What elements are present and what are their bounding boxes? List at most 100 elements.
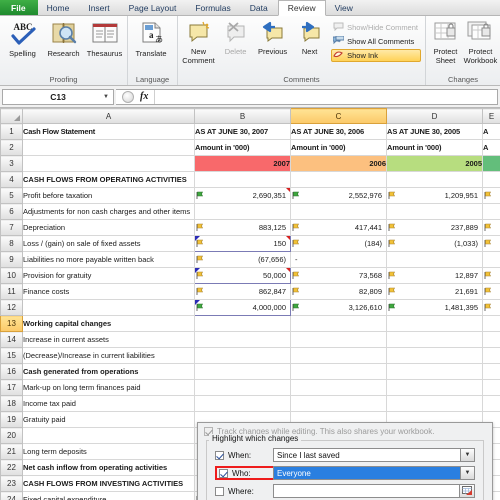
- column-header-e[interactable]: E: [482, 108, 500, 124]
- cell-e17[interactable]: [482, 379, 500, 396]
- row-header-22[interactable]: 22: [0, 459, 23, 476]
- cell-d10[interactable]: 12,897: [386, 267, 483, 284]
- cell-a10[interactable]: Provision for gratuity: [22, 267, 195, 284]
- row-header-24[interactable]: 24: [0, 491, 23, 500]
- cell-b9[interactable]: (67,656): [194, 251, 291, 268]
- previous-comment-button[interactable]: Previous: [254, 18, 291, 56]
- cell-e14[interactable]: [482, 331, 500, 348]
- ribbon-tab-file[interactable]: File: [0, 0, 38, 15]
- row-header-23[interactable]: 23: [0, 475, 23, 492]
- cell-e16[interactable]: [482, 363, 500, 380]
- column-header-d[interactable]: D: [386, 108, 483, 124]
- ribbon-tab-formulas[interactable]: Formulas: [186, 0, 240, 15]
- cell-d12[interactable]: 1,481,395: [386, 299, 483, 316]
- cell-d1[interactable]: AS AT JUNE 30, 2005: [386, 123, 483, 140]
- cell-d17[interactable]: [386, 379, 483, 396]
- cell-d2[interactable]: Amount in '000): [386, 139, 483, 156]
- ribbon-tab-insert[interactable]: Insert: [79, 0, 119, 15]
- cell-b17[interactable]: [194, 379, 291, 396]
- row-header-10[interactable]: 10: [0, 267, 23, 284]
- where-checkbox[interactable]: [215, 486, 224, 496]
- where-label-box[interactable]: Where:: [215, 486, 273, 496]
- cell-d8[interactable]: (1,033): [386, 235, 483, 252]
- cell-c15[interactable]: [290, 347, 387, 364]
- row-header-8[interactable]: 8: [0, 235, 23, 252]
- cell-a23[interactable]: CASH FLOWS FROM INVESTING ACTIVITIES: [22, 475, 195, 492]
- who-checkbox[interactable]: [219, 468, 228, 478]
- name-box[interactable]: C13 ▼: [2, 88, 114, 105]
- cell-d3[interactable]: 2005: [386, 155, 483, 172]
- cell-a11[interactable]: Finance costs: [22, 283, 195, 300]
- cell-c5[interactable]: 2,552,976: [290, 187, 387, 204]
- cell-b1[interactable]: AS AT JUNE 30, 2007: [194, 123, 291, 140]
- chevron-down-icon[interactable]: ▼: [103, 94, 109, 100]
- cell-d7[interactable]: 237,889: [386, 219, 483, 236]
- cell-c3[interactable]: 2006: [290, 155, 387, 172]
- ribbon-tab-review[interactable]: Review: [277, 0, 326, 16]
- cell-e12[interactable]: [482, 299, 500, 316]
- row-header-17[interactable]: 17: [0, 379, 23, 396]
- cell-e5[interactable]: [482, 187, 500, 204]
- cell-a19[interactable]: Gratuity paid: [22, 411, 195, 428]
- cell-c1[interactable]: AS AT JUNE 30, 2006: [290, 123, 387, 140]
- cell-d11[interactable]: 21,691: [386, 283, 483, 300]
- row-header-18[interactable]: 18: [0, 395, 23, 412]
- protect-sheet-button[interactable]: Protect Sheet: [428, 18, 463, 66]
- cell-a3[interactable]: [22, 155, 195, 172]
- formula-input-zone[interactable]: fx: [116, 88, 498, 105]
- when-combobox[interactable]: Since I last saved ▼: [273, 448, 475, 462]
- chevron-down-icon[interactable]: ▼: [460, 449, 474, 461]
- cell-a12[interactable]: [22, 299, 195, 316]
- when-label-box[interactable]: When:: [215, 450, 273, 460]
- cell-a7[interactable]: Depreciation: [22, 219, 195, 236]
- column-header-a[interactable]: A: [22, 108, 195, 124]
- column-header-c[interactable]: C: [290, 108, 387, 124]
- cell-c10[interactable]: 73,568: [290, 267, 387, 284]
- cell-e2[interactable]: A: [482, 139, 500, 156]
- cell-b8[interactable]: 150: [194, 235, 291, 252]
- cell-d6[interactable]: [386, 203, 483, 220]
- row-header-2[interactable]: 2: [0, 139, 23, 156]
- cell-a6[interactable]: Adjustments for non cash charges and oth…: [22, 203, 195, 220]
- cell-a9[interactable]: Liabilities no more payable written back: [22, 251, 195, 268]
- cell-b14[interactable]: [194, 331, 291, 348]
- show-all-comments-button[interactable]: Show All Comments: [331, 35, 421, 48]
- cell-a20[interactable]: [22, 427, 195, 444]
- row-header-20[interactable]: 20: [0, 427, 23, 444]
- range-selector-icon[interactable]: [459, 485, 474, 497]
- who-label-box[interactable]: Who:: [215, 466, 277, 480]
- row-header-1[interactable]: 1: [0, 123, 23, 140]
- cell-b6[interactable]: [194, 203, 291, 220]
- cell-b12[interactable]: 4,000,000: [194, 299, 291, 316]
- cell-d18[interactable]: [386, 395, 483, 412]
- where-input[interactable]: [273, 484, 475, 498]
- cell-c6[interactable]: [290, 203, 387, 220]
- row-header-15[interactable]: 15: [0, 347, 23, 364]
- row-header-16[interactable]: 16: [0, 363, 23, 380]
- cell-a14[interactable]: Increase in current assets: [22, 331, 195, 348]
- select-all-corner[interactable]: [0, 108, 23, 124]
- cell-d13[interactable]: [386, 315, 483, 332]
- cell-e6[interactable]: [482, 203, 500, 220]
- cell-c11[interactable]: 82,809: [290, 283, 387, 300]
- cell-a16[interactable]: Cash generated from operations: [22, 363, 195, 380]
- cell-a8[interactable]: Loss / (gain) on sale of fixed assets: [22, 235, 195, 252]
- cell-e3[interactable]: [482, 155, 500, 172]
- cell-c17[interactable]: [290, 379, 387, 396]
- show-ink-button[interactable]: Show Ink: [331, 49, 421, 62]
- cell-c16[interactable]: [290, 363, 387, 380]
- cell-a24[interactable]: Fixed capital expenditure: [22, 491, 195, 500]
- next-comment-button[interactable]: Next: [291, 18, 328, 56]
- cell-c7[interactable]: 417,441: [290, 219, 387, 236]
- cell-a18[interactable]: Income tax paid: [22, 395, 195, 412]
- cell-b4[interactable]: [194, 171, 291, 188]
- row-header-3[interactable]: 3: [0, 155, 23, 172]
- cell-c12[interactable]: 3,126,610: [290, 299, 387, 316]
- when-checkbox[interactable]: [215, 450, 224, 460]
- cell-e1[interactable]: A: [482, 123, 500, 140]
- cell-b13[interactable]: [194, 315, 291, 332]
- cell-e9[interactable]: [482, 251, 500, 268]
- chevron-down-icon[interactable]: ▼: [460, 467, 474, 479]
- cell-e4[interactable]: [482, 171, 500, 188]
- cell-e7[interactable]: [482, 219, 500, 236]
